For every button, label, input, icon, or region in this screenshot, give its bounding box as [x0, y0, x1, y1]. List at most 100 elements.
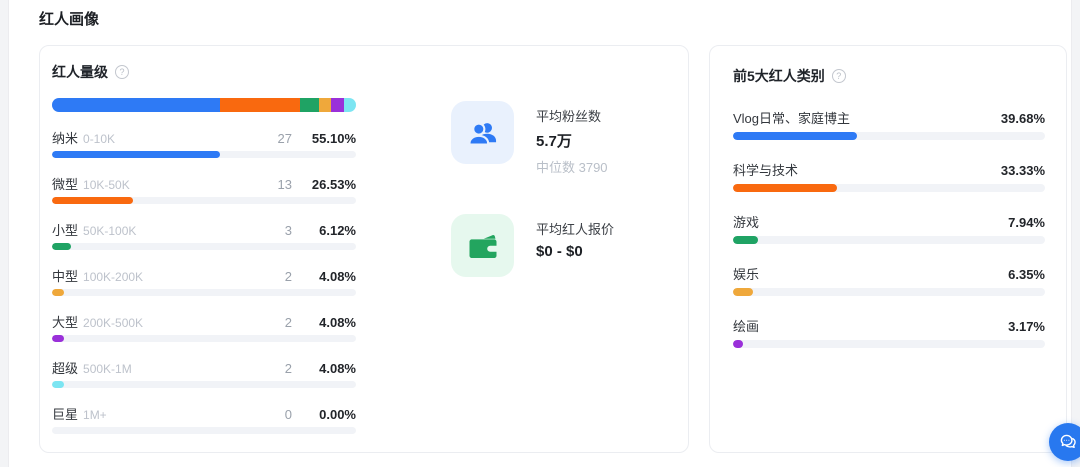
tier-card-header: 红人量级 ?	[52, 62, 129, 82]
avg-followers-value: 5.7万	[536, 133, 572, 150]
tier-bar-fill	[52, 151, 220, 158]
tier-row: 巨星 1M+ 0 0.00%	[52, 404, 356, 434]
chat-bubble-icon	[1060, 434, 1076, 449]
category-percent: 39.68%	[1000, 111, 1045, 126]
category-rows: Vlog日常、家庭博主 39.68% 科学与技术 33.33% 游戏 7.94%	[733, 108, 1045, 368]
tier-bar-track	[52, 197, 356, 204]
tier-count: 2	[284, 361, 292, 376]
tier-count: 13	[277, 177, 292, 192]
category-name: 娱乐	[733, 267, 760, 282]
avg-price-label: 平均红人报价	[536, 222, 615, 237]
category-row: 绘画 3.17%	[733, 316, 1045, 348]
tier-name: 小型	[52, 223, 79, 238]
tier-name: 微型	[52, 177, 79, 192]
tier-card-title: 红人量级	[52, 64, 108, 80]
category-card-title: 前5大红人类别	[733, 68, 825, 84]
stacked-segment	[52, 98, 220, 112]
stacked-segment	[343, 98, 356, 112]
tier-range: 10K-50K	[83, 178, 130, 192]
category-percent: 3.17%	[1008, 319, 1045, 334]
stacked-segment	[219, 98, 301, 112]
category-bar-track	[733, 184, 1045, 192]
category-bar-track	[733, 236, 1045, 244]
category-row: Vlog日常、家庭博主 39.68%	[733, 108, 1045, 140]
tier-percent: 26.53%	[311, 177, 356, 192]
tier-range: 1M+	[83, 408, 107, 422]
tier-bar-fill	[52, 335, 65, 342]
stacked-segment	[331, 98, 344, 112]
tier-count: 2	[284, 269, 292, 284]
tier-card: 红人量级 ? 纳米 0-10K 27 55.10% 微型 10K-50K 13 …	[39, 45, 689, 453]
tier-name: 中型	[52, 269, 79, 284]
category-bar-fill	[733, 236, 758, 244]
category-bar-fill	[733, 132, 857, 140]
chat-button[interactable]	[1049, 423, 1080, 461]
tier-range: 100K-200K	[83, 270, 144, 284]
tier-bar-track	[52, 289, 356, 296]
tier-bar-track	[52, 381, 356, 388]
tier-name: 大型	[52, 315, 79, 330]
tier-count: 27	[277, 131, 292, 146]
tier-bar-fill	[52, 289, 65, 296]
tier-row: 小型 50K-100K 3 6.12%	[52, 220, 356, 250]
page-title: 红人画像	[39, 11, 100, 28]
tier-row: 微型 10K-50K 13 26.53%	[52, 174, 356, 204]
tier-count: 2	[284, 315, 292, 330]
avg-followers-stat: 平均粉丝数 5.7万 中位数 3790	[451, 101, 614, 176]
tier-name: 超级	[52, 361, 79, 376]
category-bar-track	[733, 132, 1045, 140]
content-panel: 红人画像 红人量级 ? 纳米 0-10K 27 55.10% 微型 10K-50…	[8, 0, 1080, 467]
tier-bar-track	[52, 243, 356, 250]
category-bar-fill	[733, 340, 743, 348]
category-name: 绘画	[733, 319, 760, 334]
tier-row: 纳米 0-10K 27 55.10%	[52, 128, 356, 158]
tier-bar-track	[52, 335, 356, 342]
category-percent: 6.35%	[1008, 267, 1045, 282]
tier-range: 500K-1M	[83, 362, 132, 376]
category-row: 游戏 7.94%	[733, 212, 1045, 244]
tier-bar-fill	[52, 243, 71, 250]
tier-percent: 4.08%	[319, 269, 356, 284]
tier-percent: 55.10%	[311, 131, 356, 146]
category-row: 科学与技术 33.33%	[733, 160, 1045, 192]
tier-rows: 纳米 0-10K 27 55.10% 微型 10K-50K 13 26.53%	[52, 128, 356, 450]
tier-bar-track	[52, 427, 356, 434]
tier-percent: 4.08%	[319, 361, 356, 376]
tier-bar-fill	[52, 381, 65, 388]
category-bar-track	[733, 340, 1045, 348]
tier-name: 纳米	[52, 131, 79, 146]
avg-price-stat: 平均红人报价 $0 - $0	[451, 214, 614, 277]
tier-row: 大型 200K-500K 2 4.08%	[52, 312, 356, 342]
tier-percent: 4.08%	[319, 315, 356, 330]
stacked-segment	[300, 98, 319, 112]
category-name: 科学与技术	[733, 163, 799, 178]
category-bar-fill	[733, 184, 837, 192]
help-icon[interactable]: ?	[115, 65, 129, 79]
tier-bar-track	[52, 151, 356, 158]
tier-stats: 平均粉丝数 5.7万 中位数 3790 平均红人报价 $0 - $0	[451, 101, 614, 277]
tier-percent: 0.00%	[319, 407, 356, 422]
category-card-header: 前5大红人类别 ?	[733, 66, 846, 86]
wallet-icon	[451, 214, 514, 277]
tier-percent: 6.12%	[319, 223, 356, 238]
tier-range: 200K-500K	[83, 316, 144, 330]
users-icon	[451, 101, 514, 164]
stacked-segment	[318, 98, 332, 112]
category-card: 前5大红人类别 ? Vlog日常、家庭博主 39.68% 科学与技术 33.33…	[709, 45, 1067, 453]
tier-row: 超级 500K-1M 2 4.08%	[52, 358, 356, 388]
tier-bar-fill	[52, 197, 133, 204]
median-followers: 中位数 3790	[536, 160, 608, 175]
tier-range: 50K-100K	[83, 224, 137, 238]
tier-row: 中型 100K-200K 2 4.08%	[52, 266, 356, 296]
tier-range: 0-10K	[83, 132, 116, 146]
avg-followers-label: 平均粉丝数	[536, 109, 602, 124]
tier-name: 巨星	[52, 407, 79, 422]
category-percent: 7.94%	[1008, 215, 1045, 230]
tier-count: 3	[284, 223, 292, 238]
tier-count: 0	[284, 407, 292, 422]
category-bar-track	[733, 288, 1045, 296]
category-bar-fill	[733, 288, 753, 296]
category-name: Vlog日常、家庭博主	[733, 111, 851, 126]
tier-stacked-bar	[52, 98, 356, 112]
help-icon[interactable]: ?	[831, 69, 846, 83]
